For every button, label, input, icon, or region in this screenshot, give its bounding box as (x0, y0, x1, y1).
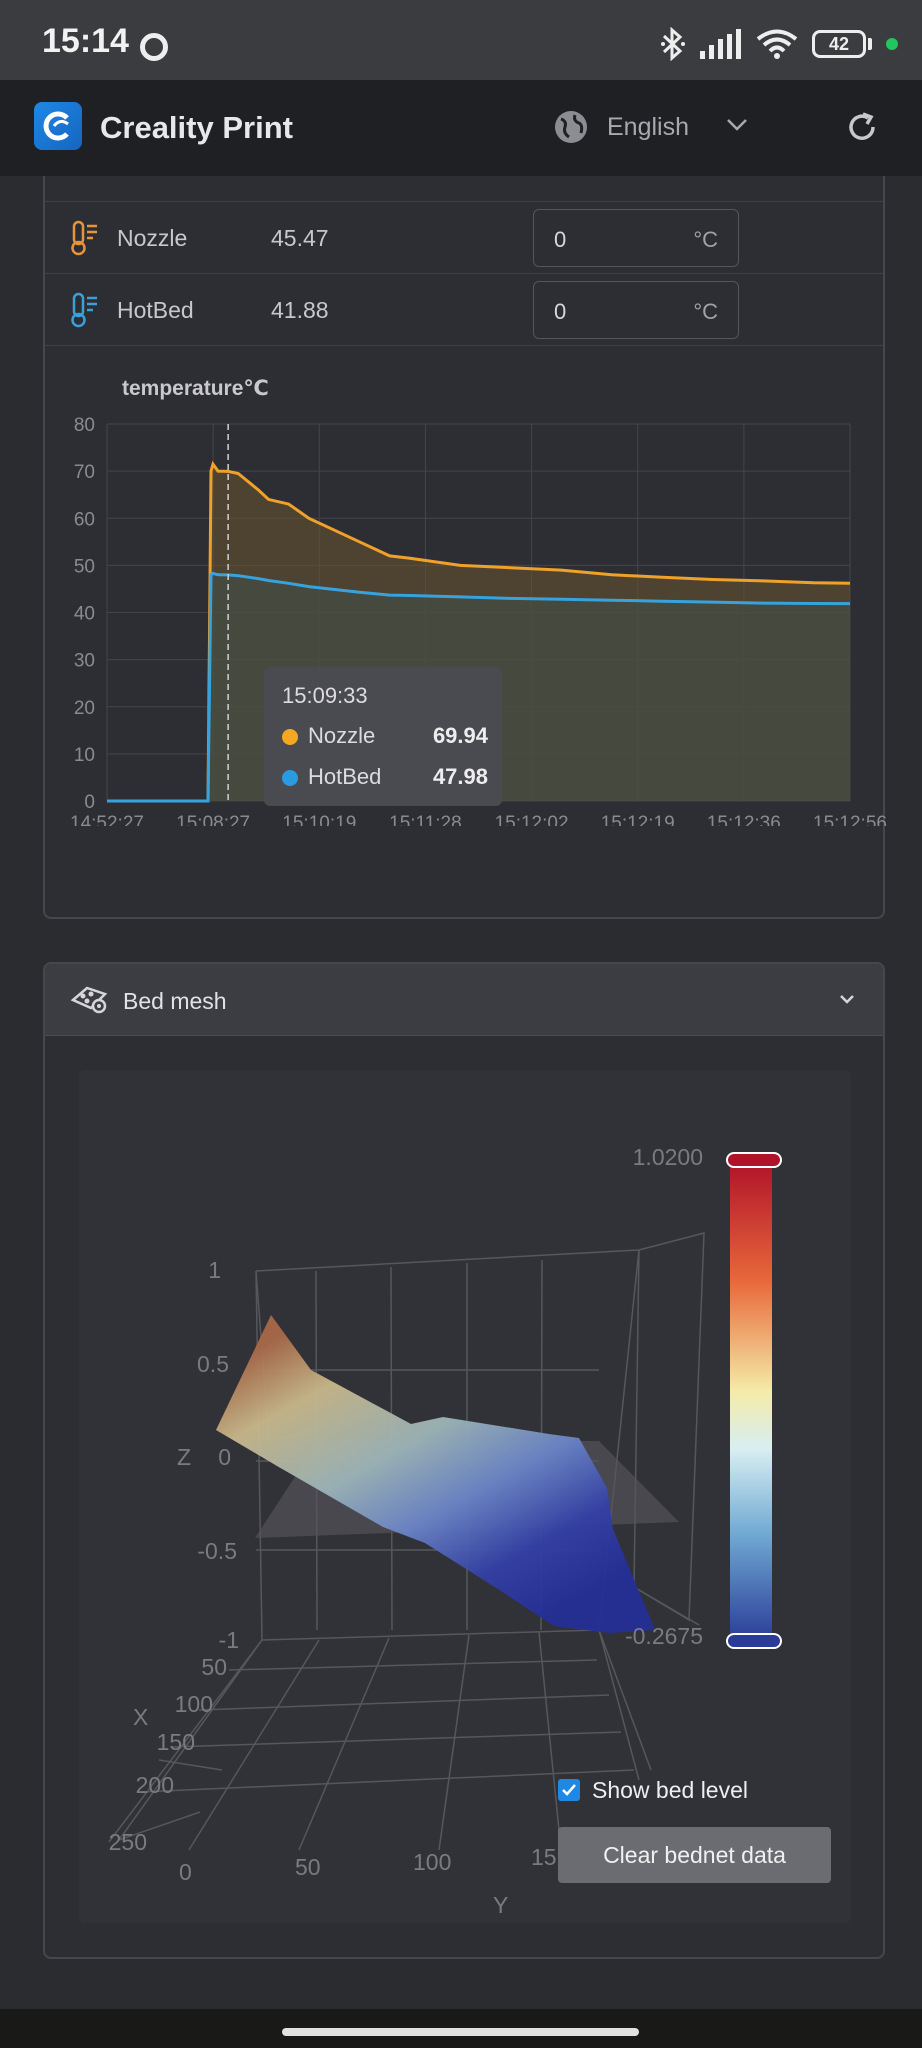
y-tick-label: 0 (84, 792, 95, 813)
bed-mesh-3d-view[interactable]: 1.0200 -0.2675 1 0.5 0 -0.5 -1 Z 50 100 … (79, 1070, 851, 1923)
status-time: 15:14 (42, 22, 129, 60)
privacy-indicator-dot (886, 38, 898, 50)
wifi-icon (756, 29, 798, 59)
target-unit: °C (693, 299, 718, 324)
x-tick: 100 (175, 1691, 213, 1717)
y-tick-label: 80 (74, 415, 95, 436)
globe-icon[interactable] (553, 109, 589, 145)
x-tick-label: 15:08:27 (176, 813, 250, 826)
temperature-name: Nozzle (117, 225, 188, 251)
z-axis-label: Z (177, 1444, 191, 1470)
tooltip-row-nozzle: Nozzle 69.94 (282, 721, 488, 751)
system-nav-bar (0, 2009, 922, 2048)
tooltip-series-value: 69.94 (432, 723, 488, 748)
x-tick: 200 (136, 1772, 174, 1798)
mesh-axis-labels: 1 0.5 0 -0.5 -1 Z 50 100 X 150 200 250 0… (109, 1257, 557, 1918)
app-header: Creality Print English (0, 80, 922, 176)
temperature-name: HotBed (117, 297, 194, 323)
tooltip-series-name: HotBed (308, 764, 382, 789)
status-bar: 15:14 42 (0, 0, 922, 80)
target-value: 0 (554, 227, 567, 252)
y-tick-label: 40 (74, 604, 95, 625)
y-tick-label: 30 (74, 651, 95, 672)
temperature-current: 45.47 (271, 225, 329, 251)
x-tick: 150 (157, 1729, 195, 1755)
battery-tip (868, 38, 872, 50)
y-tick-label: 50 (74, 556, 95, 577)
x-tick: 50 (201, 1654, 227, 1680)
y-axis-label: Y (493, 1892, 508, 1918)
colorbar-max-label: 1.0200 (633, 1144, 703, 1170)
temperature-row-hotbed: HotBed 41.88 0 °C (45, 274, 883, 346)
battery-icon: 42 (812, 30, 866, 58)
x-tick-label: 15:12:36 (707, 813, 781, 826)
refresh-icon[interactable] (844, 109, 880, 145)
x-tick-label: 14:52:27 (70, 813, 144, 826)
tooltip-series-name: Nozzle (308, 723, 376, 748)
x-tick-label: 15:12:56 (813, 813, 887, 826)
legend-dot (282, 729, 298, 745)
home-indicator[interactable] (282, 2028, 639, 2036)
check-icon (562, 1784, 576, 1796)
temperature-card: Nozzle 45.47 0 °C HotBed 41.88 0 °C temp… (43, 176, 887, 919)
z-tick: 1 (208, 1257, 221, 1283)
x-tick-label: 15:12:02 (495, 813, 569, 826)
x-tick: 250 (109, 1829, 147, 1855)
thermometer-icon (71, 292, 97, 328)
y-tick-label: 60 (74, 509, 95, 530)
y-tick: 15 (531, 1844, 557, 1870)
nozzle-target-input[interactable]: 0 °C (533, 209, 739, 267)
language-selector[interactable]: English (607, 113, 689, 142)
y-tick: 50 (295, 1854, 321, 1880)
z-tick: 0.5 (197, 1351, 229, 1377)
chart-tooltip: 15:09:33 Nozzle 69.94 HotBed 47.98 (264, 667, 502, 806)
chart-title: temperature℃ (122, 377, 269, 400)
signal-icon (700, 29, 741, 59)
y-tick-label: 10 (74, 745, 95, 766)
tooltip-time: 15:09:33 (282, 683, 368, 708)
chevron-down-icon[interactable] (726, 118, 748, 132)
colorbar-min-handle[interactable] (726, 1633, 782, 1649)
y-tick-label: 20 (74, 698, 95, 719)
colorbar-max-handle[interactable] (726, 1152, 782, 1168)
y-tick-label: 70 (74, 462, 95, 483)
legend-dot (282, 770, 298, 786)
colorbar-min-label: -0.2675 (625, 1623, 703, 1649)
z-tick: -0.5 (197, 1538, 237, 1564)
x-tick-label: 15:11:28 (389, 813, 462, 826)
temperature-row-nozzle: Nozzle 45.47 0 °C (45, 202, 883, 274)
checkbox[interactable] (558, 1779, 580, 1801)
tooltip-series-value: 47.98 (432, 764, 488, 789)
battery-level: 42 (828, 33, 850, 54)
app-title: Creality Print (100, 110, 293, 145)
z-tick: 0 (218, 1444, 231, 1470)
y-tick: 0 (179, 1859, 192, 1885)
target-unit: °C (693, 227, 718, 252)
bed-mesh-surface (216, 1315, 655, 1633)
creality-logo-icon (34, 102, 82, 150)
bed-mesh-icon (70, 986, 108, 1014)
y-tick: 100 (413, 1849, 451, 1875)
clear-bednet-button[interactable]: Clear bednet data (558, 1827, 831, 1883)
temperature-current: 41.88 (271, 297, 329, 323)
bluetooth-icon (661, 27, 685, 61)
notification-ring-icon (140, 33, 168, 61)
target-value: 0 (554, 299, 567, 324)
show-bed-level-toggle[interactable]: Show bed level (558, 1773, 748, 1807)
bed-mesh-title: Bed mesh (123, 988, 227, 1014)
tooltip-row-hotbed: HotBed 47.98 (282, 762, 488, 792)
show-bed-level-label: Show bed level (592, 1776, 748, 1803)
thermometer-icon (71, 220, 97, 256)
hotbed-target-input[interactable]: 0 °C (533, 281, 739, 339)
temperature-table-header (45, 176, 883, 202)
z-tick: -1 (219, 1627, 239, 1653)
x-tick-label: 15:12:19 (601, 813, 675, 826)
x-axis-label: X (133, 1704, 148, 1730)
bed-mesh-header[interactable]: Bed mesh (45, 964, 883, 1036)
bed-mesh-card: Bed mesh 1.0200 -0.2675 1 0.5 0 -0.5 -1 … (43, 962, 885, 1959)
chevron-down-icon[interactable] (839, 994, 855, 1005)
x-tick-label: 15:10:19 (282, 813, 356, 826)
colorbar (730, 1161, 772, 1641)
